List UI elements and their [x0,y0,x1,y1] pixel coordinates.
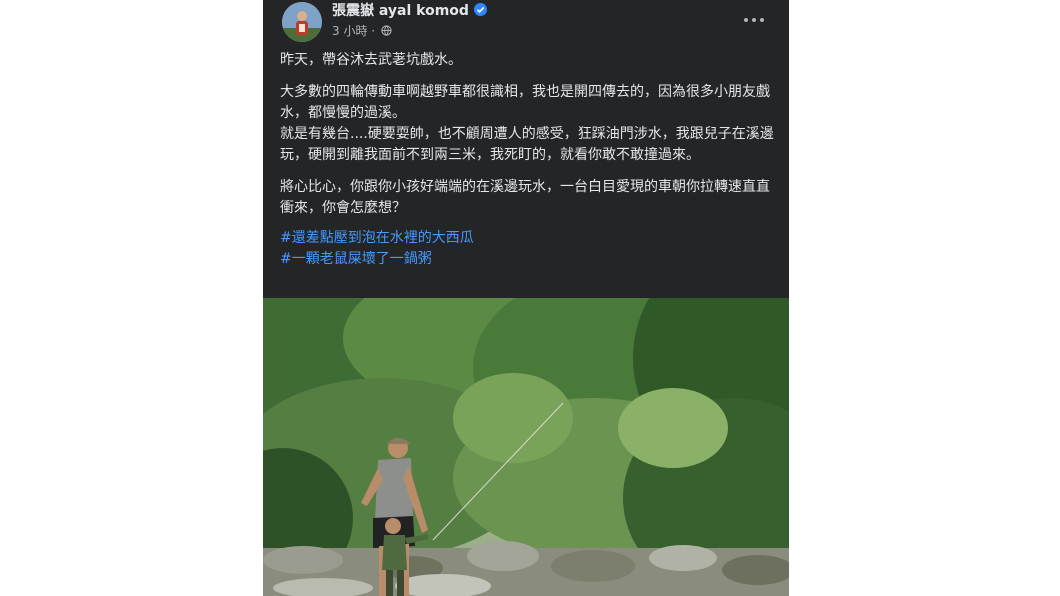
post-paragraph: 大多數的四輪傳動車啊越野車都很識相，我也是開四傳去的，因為很多小朋友戲水，都慢慢… [280,84,770,121]
post-photo[interactable] [263,248,789,596]
globe-icon [381,25,392,36]
post-paragraph: 昨天，帶谷沐去武荖坑戲水。 [280,52,462,68]
author-avatar[interactable] [282,2,322,42]
hashtag-list: #還差點壓到泡在水裡的大西瓜 #一顆老鼠屎壞了一鍋粥 [280,228,775,270]
author-name-row: 張震嶽 ayal komod [332,2,487,20]
meta-separator: · [371,24,376,38]
hashtag-link[interactable]: #還差點壓到泡在水裡的大西瓜 [280,228,775,249]
post-paragraph: 將心比心，你跟你小孩好端端的在溪邊玩水，一台白目愛現的車朝你拉轉速直直衝來，你會… [280,179,770,216]
post-header: 張震嶽 ayal komod 3 小時 · [263,0,789,42]
post-body: 昨天，帶谷沐去武荖坑戲水。 大多數的四輪傳動車啊越野車都很識相，我也是開四傳去的… [280,50,775,270]
post-paragraph: 就是有幾台....硬要耍帥，也不顧周遭人的感受，狂踩油門涉水，我跟兒子在溪邊玩，… [280,126,774,163]
post-timestamp[interactable]: 3 小時 [332,24,367,38]
hashtag-link[interactable]: #一顆老鼠屎壞了一鍋粥 [280,249,775,270]
author-name[interactable]: 張震嶽 ayal komod [332,3,469,19]
more-options-icon[interactable] [739,12,769,28]
verified-badge-icon [473,3,487,16]
post-meta: 3 小時 · [332,24,392,38]
facebook-post-card: 張震嶽 ayal komod 3 小時 · 昨天，帶谷沐去武荖坑戲水。 大多數的… [263,0,789,596]
